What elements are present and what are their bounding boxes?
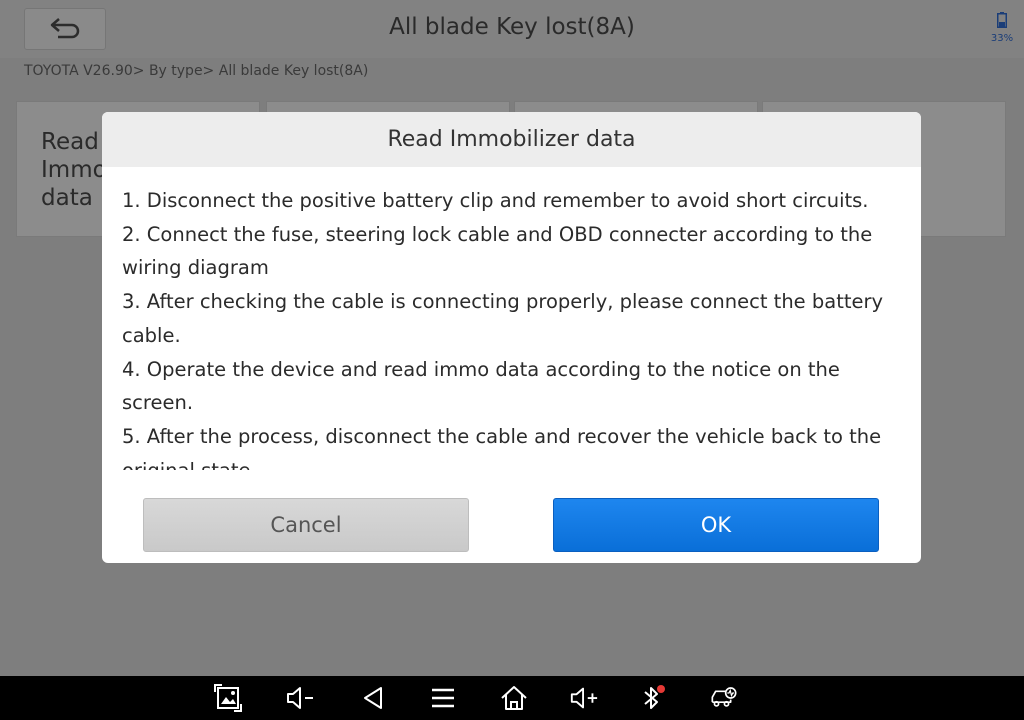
instruction-step: 5. After the process, disconnect the cab…	[122, 424, 882, 470]
dialog-instructions[interactable]: 1. Disconnect the positive battery clip …	[122, 184, 907, 470]
back-icon[interactable]	[358, 683, 388, 713]
battery-icon	[997, 12, 1007, 32]
top-bar: All blade Key lost(8A) 33%	[0, 0, 1024, 58]
dialog-title: Read Immobilizer data	[102, 112, 921, 167]
read-immobilizer-dialog: Read Immobilizer data 1. Disconnect the …	[102, 112, 921, 563]
screenshot-icon[interactable]	[213, 683, 243, 713]
instruction-step: 3. After checking the cable is connectin…	[122, 290, 884, 347]
battery-percent: 33%	[990, 33, 1014, 44]
menu-icon[interactable]	[428, 683, 458, 713]
battery-indicator: 33%	[990, 12, 1014, 44]
instruction-step: 2. Connect the fuse, steering lock cable…	[122, 222, 873, 280]
vehicle-diagnostics-icon[interactable]	[709, 683, 739, 713]
instruction-step: 1. Disconnect the positive battery clip …	[122, 189, 869, 212]
volume-up-icon[interactable]	[569, 683, 599, 713]
breadcrumb[interactable]: TOYOTA V26.90> By type> All blade Key lo…	[24, 63, 368, 79]
system-nav-bar	[0, 676, 1024, 720]
bluetooth-icon[interactable]	[637, 683, 667, 713]
home-icon[interactable]	[499, 683, 529, 713]
page-title: All blade Key lost(8A)	[389, 14, 635, 40]
ok-button[interactable]: OK	[553, 498, 879, 552]
volume-down-icon[interactable]	[285, 683, 315, 713]
cancel-button[interactable]: Cancel	[143, 498, 469, 552]
instruction-step: 4. Operate the device and read immo data…	[122, 357, 840, 415]
